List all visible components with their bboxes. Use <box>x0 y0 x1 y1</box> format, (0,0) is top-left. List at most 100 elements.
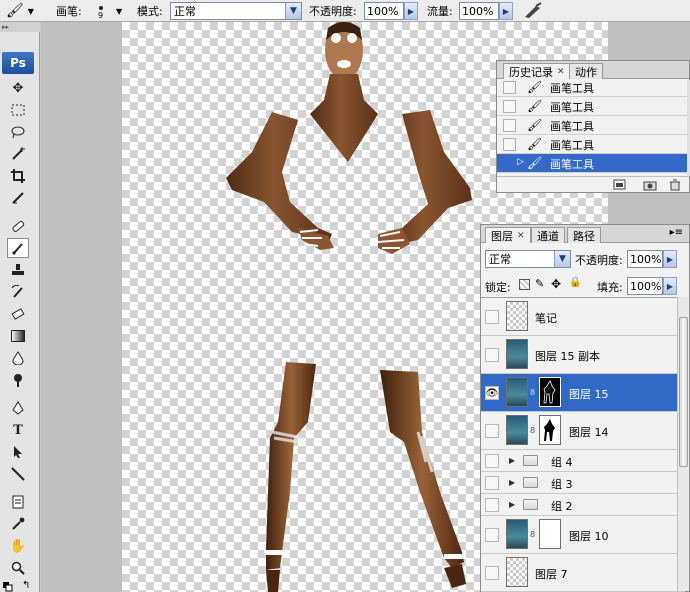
fill-input[interactable]: 100% <box>627 277 663 295</box>
panel-menu-icon[interactable]: ▸≡ <box>670 227 683 238</box>
path-selection-icon[interactable] <box>7 442 29 462</box>
lasso-icon[interactable] <box>7 122 29 142</box>
pen-icon[interactable] <box>7 398 29 418</box>
link-icon[interactable]: 8 <box>530 530 535 539</box>
visibility-toggle[interactable] <box>485 348 499 362</box>
history-item-label: 画笔工具 <box>550 158 594 171</box>
trash-icon[interactable] <box>669 179 681 194</box>
history-item[interactable]: 🖌 画笔工具 <box>497 97 687 116</box>
brush-preset-picker[interactable]: 9 ▼ <box>92 0 122 22</box>
swap-colors-icon[interactable]: ↰ <box>22 580 30 591</box>
expand-triangle-icon[interactable]: ▶ <box>509 478 515 487</box>
slice-icon[interactable] <box>7 188 29 208</box>
layer-mask-thumbnail[interactable] <box>539 377 561 407</box>
history-checkbox[interactable] <box>503 100 516 113</box>
eraser-icon[interactable] <box>7 304 29 324</box>
marquee-icon[interactable] <box>7 100 29 120</box>
history-brush-icon[interactable] <box>7 282 29 302</box>
lock-image-icon[interactable]: ✎ <box>535 277 544 290</box>
visibility-toggle[interactable] <box>485 498 499 512</box>
layer-opacity-slider-button[interactable]: ▶ <box>663 250 677 268</box>
healing-brush-icon[interactable] <box>7 216 29 236</box>
lock-transparent-icon[interactable] <box>519 279 530 290</box>
layer-row[interactable]: 图层 7 <box>481 554 685 592</box>
history-checkbox[interactable] <box>503 138 516 151</box>
airbrush-icon[interactable] <box>522 0 544 22</box>
link-icon[interactable]: 8 <box>530 426 535 435</box>
tab-history[interactable]: 历史记录 ✕ <box>503 63 571 79</box>
brush-icon[interactable] <box>7 238 29 258</box>
flow-slider-button[interactable]: ▶ <box>499 2 513 20</box>
magic-wand-icon[interactable] <box>7 144 29 164</box>
opacity-slider-button[interactable]: ▶ <box>404 2 418 20</box>
gradient-icon[interactable] <box>7 326 29 346</box>
ps-logo[interactable]: Ps <box>2 52 34 74</box>
layers-scrollbar-thumb[interactable] <box>679 317 688 467</box>
layer-mask-thumbnail[interactable] <box>539 415 561 445</box>
snapshot-icon[interactable] <box>643 179 657 194</box>
layers-scrollbar[interactable] <box>677 297 689 591</box>
tab-channels[interactable]: 通道 <box>531 227 565 243</box>
eye-icon[interactable]: 👁 <box>485 386 499 400</box>
expand-triangle-icon[interactable]: ▶ <box>509 500 515 509</box>
visibility-toggle[interactable] <box>485 310 499 324</box>
blur-icon[interactable] <box>7 348 29 368</box>
move-icon[interactable]: ✥ <box>7 78 29 98</box>
fill-slider-button[interactable]: ▶ <box>663 277 677 295</box>
history-checkbox[interactable] <box>503 119 516 132</box>
lock-all-icon[interactable]: 🔒 <box>569 277 581 288</box>
reset-colors-icon[interactable] <box>3 582 13 592</box>
chevron-down-icon: ▼ <box>554 251 570 267</box>
visibility-toggle[interactable] <box>485 528 499 542</box>
visibility-toggle[interactable] <box>485 424 499 438</box>
tool-preset-picker[interactable]: 🖌 ▼ <box>6 0 34 22</box>
layer-row-active[interactable]: 👁 8 图层 15 <box>481 374 685 412</box>
tab-layers[interactable]: 图层 ✕ <box>485 227 531 243</box>
history-item[interactable]: 🖌 画笔工具 <box>497 116 687 135</box>
history-item[interactable]: 🖌 画笔工具 <box>497 80 687 97</box>
folder-icon <box>523 455 538 466</box>
notes-icon[interactable] <box>7 492 29 512</box>
history-item-selected[interactable]: ▷ 🖌 画笔工具 <box>497 154 687 173</box>
layer-row[interactable]: 图层 15 副本 <box>481 336 685 374</box>
opacity-input[interactable]: 100% <box>364 2 404 20</box>
link-icon[interactable]: 8 <box>530 388 535 397</box>
toolbox-grip[interactable]: ▸▸ <box>0 22 40 32</box>
group-row[interactable]: ▶ 组 4 <box>481 450 685 472</box>
history-checkbox[interactable] <box>503 81 516 94</box>
group-name: 组 3 <box>551 478 573 491</box>
brush-label: 画笔: <box>56 5 82 18</box>
layer-row[interactable]: 8 图层 10 <box>481 516 685 554</box>
crop-icon[interactable] <box>7 166 29 186</box>
history-item[interactable]: 🖌 画笔工具 <box>497 135 687 154</box>
eyedropper-icon[interactable] <box>7 514 29 534</box>
flow-input[interactable]: 100% <box>459 2 499 20</box>
tab-paths[interactable]: 路径 <box>567 227 601 243</box>
hand-icon[interactable]: ✋ <box>7 536 29 556</box>
tab-actions[interactable]: 动作 <box>569 63 603 79</box>
visibility-toggle[interactable] <box>485 454 499 468</box>
lock-position-icon[interactable]: ✥ <box>551 277 561 291</box>
layer-opacity-input[interactable]: 100% <box>627 250 663 268</box>
group-row[interactable]: ▶ 组 3 <box>481 472 685 494</box>
close-icon[interactable]: ✕ <box>517 231 525 241</box>
new-document-from-state-icon[interactable] <box>613 179 627 194</box>
expand-triangle-icon[interactable]: ▶ <box>509 456 515 465</box>
dodge-icon[interactable] <box>7 370 29 390</box>
clone-stamp-icon[interactable] <box>7 260 29 280</box>
layer-thumbnail <box>506 301 528 331</box>
close-icon[interactable]: ✕ <box>557 67 565 77</box>
chevron-down-icon: ▼ <box>27 6 34 16</box>
type-icon[interactable]: T <box>7 420 29 440</box>
visibility-toggle[interactable] <box>485 476 499 490</box>
visibility-toggle[interactable] <box>485 566 499 580</box>
layer-row[interactable]: 笔记 <box>481 298 685 336</box>
zoom-icon[interactable] <box>7 558 29 578</box>
layer-row[interactable]: 8 图层 14 <box>481 412 685 450</box>
line-icon[interactable] <box>7 464 29 484</box>
layer-mask-thumbnail[interactable] <box>539 519 561 549</box>
mode-select[interactable]: 正常 ▼ <box>170 2 302 20</box>
blend-mode-select[interactable]: 正常 ▼ <box>485 250 571 268</box>
group-row[interactable]: ▶ 组 2 <box>481 494 685 516</box>
history-item-label: 画笔工具 <box>550 82 594 95</box>
